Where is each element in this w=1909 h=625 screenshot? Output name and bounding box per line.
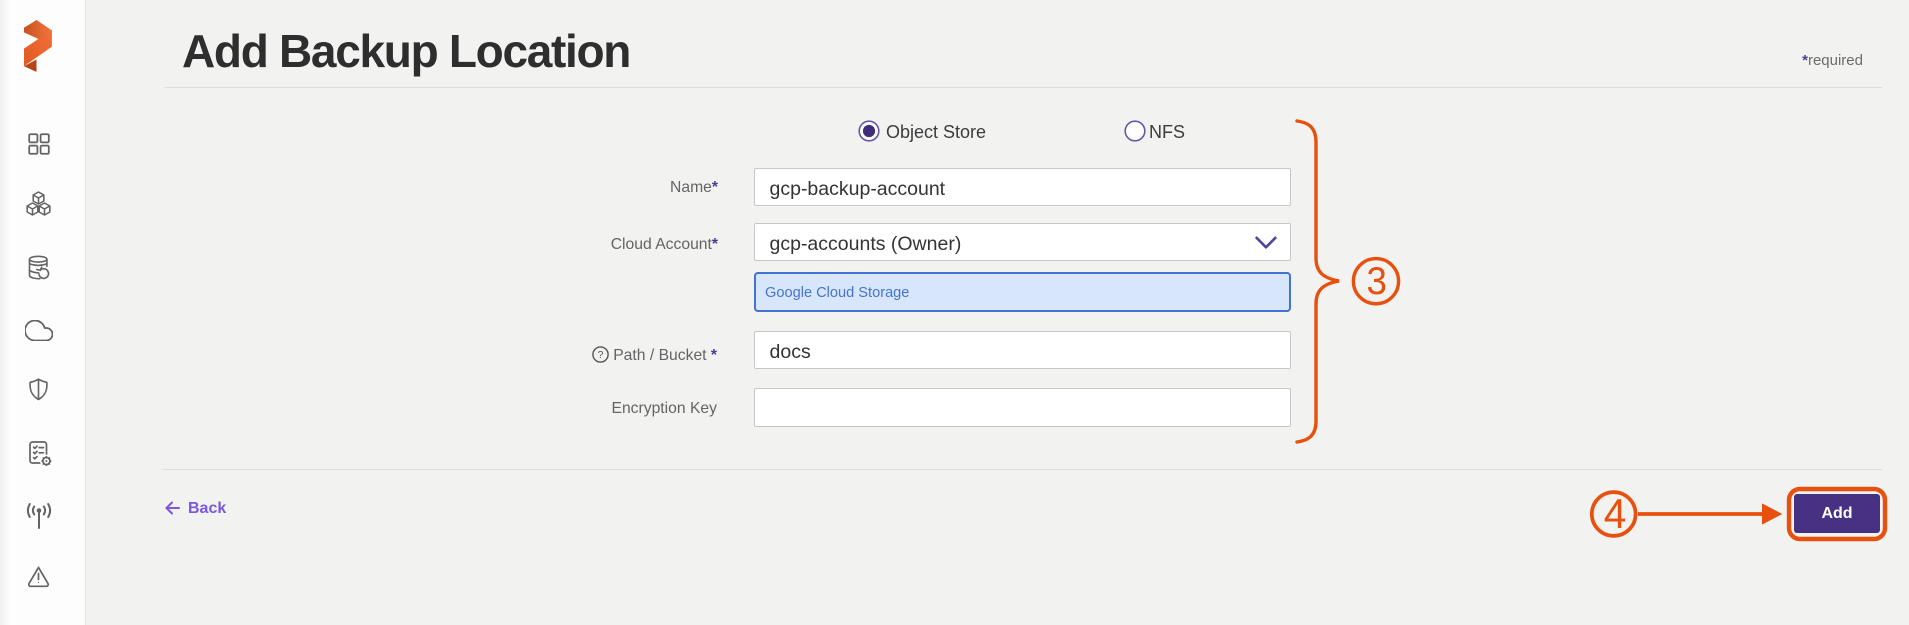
svg-text:4: 4 (1604, 490, 1627, 537)
svg-text:3: 3 (1367, 260, 1387, 303)
svg-text:?: ? (598, 349, 604, 361)
